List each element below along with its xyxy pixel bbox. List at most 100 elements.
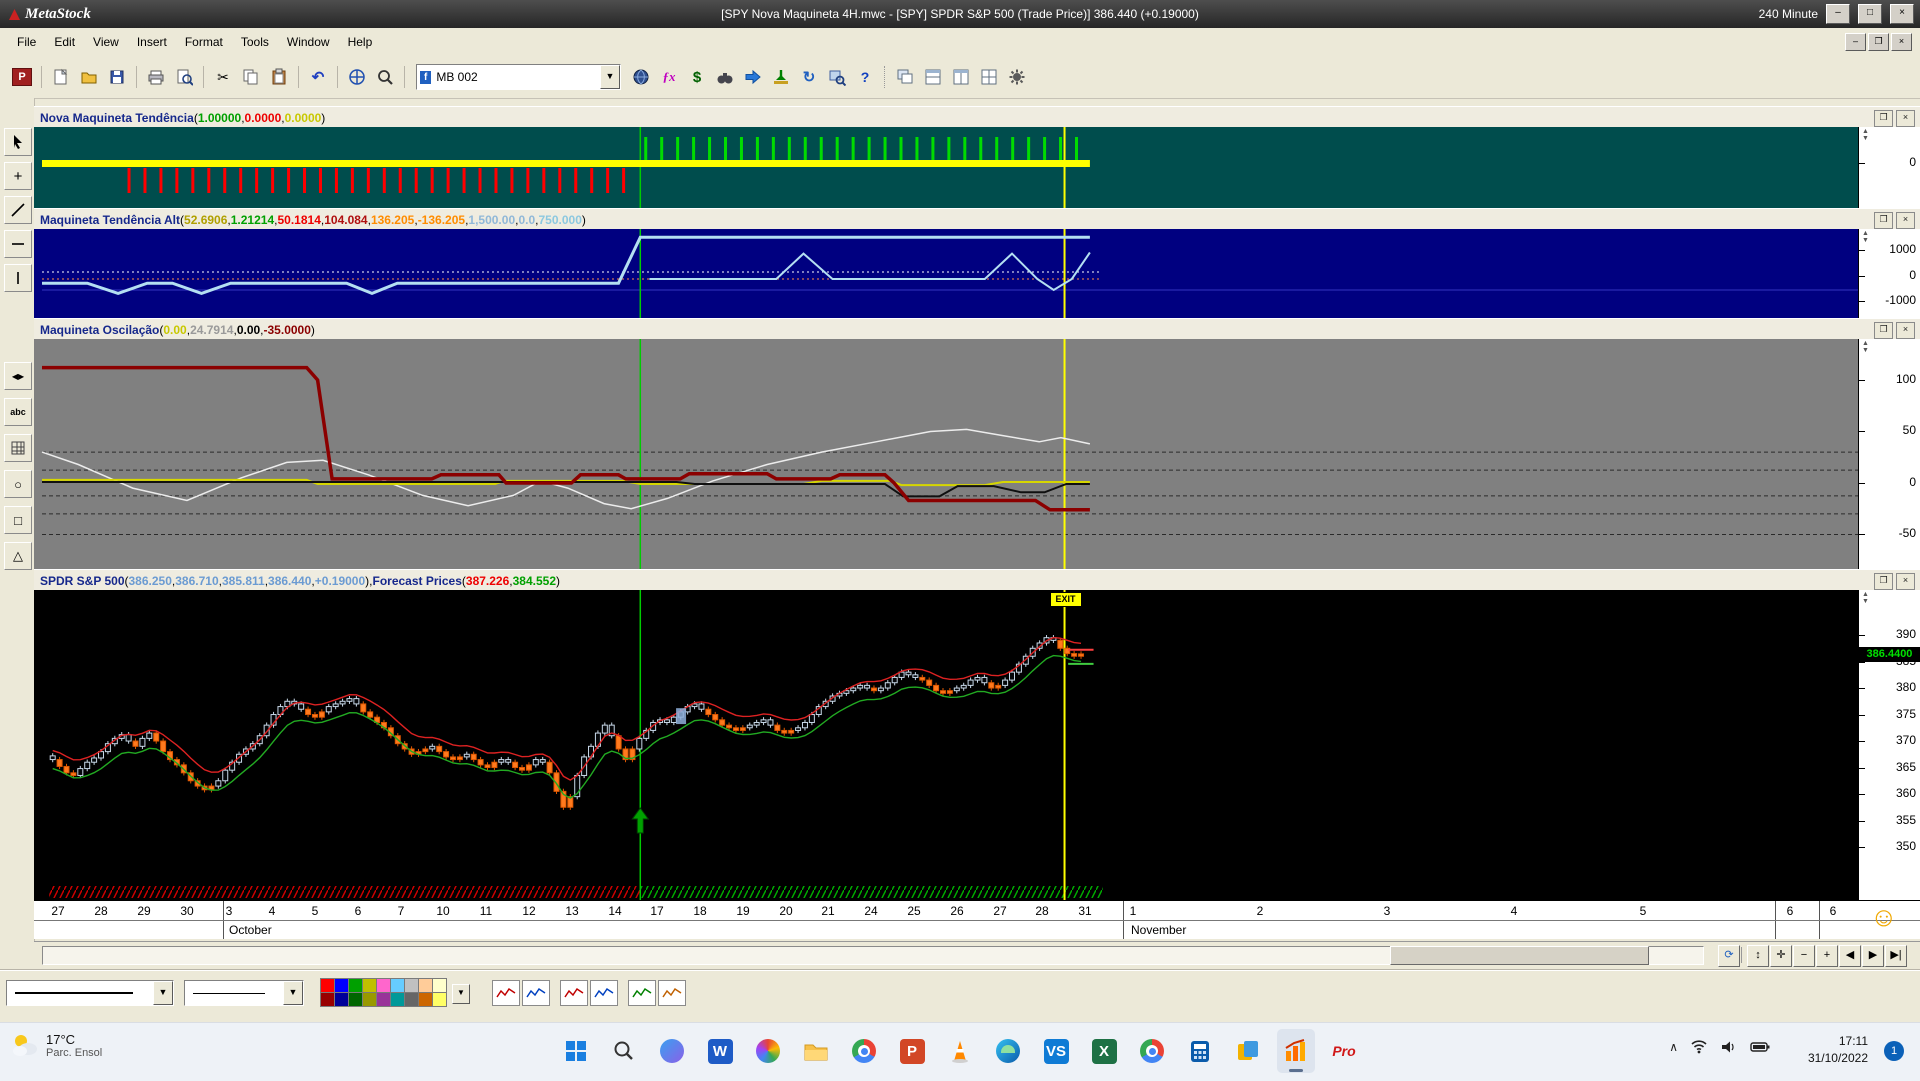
palette-color[interactable] <box>404 978 419 993</box>
layout-dropdown[interactable]: f MB 002 ▼ <box>416 64 621 90</box>
panel-axis-scroll[interactable]: ▲ ▼ <box>1860 340 1871 354</box>
palette-color[interactable] <box>362 978 377 993</box>
pan-view-button[interactable]: ✛ <box>1770 945 1792 967</box>
binoculars-icon[interactable] <box>712 64 738 90</box>
tile-horizontal-icon[interactable] <box>920 64 946 90</box>
tile-vertical-icon[interactable] <box>948 64 974 90</box>
expert-advisor-smiley-icon[interactable]: ☺ <box>1870 902 1898 933</box>
text-tool[interactable]: abc <box>4 398 32 426</box>
vlc-icon[interactable] <box>941 1029 979 1073</box>
palette-color[interactable] <box>334 992 349 1007</box>
palette-color[interactable] <box>418 992 433 1007</box>
paste-icon[interactable] <box>266 64 292 90</box>
palette-color[interactable] <box>376 978 391 993</box>
palette-color[interactable] <box>418 978 433 993</box>
trendline-tool[interactable] <box>4 196 32 224</box>
child-close-button[interactable]: × <box>1891 33 1912 51</box>
palette-color[interactable] <box>390 992 405 1007</box>
panel-axis-scroll[interactable]: ▲ ▼ <box>1860 128 1871 142</box>
panel-axis-scroll[interactable]: ▲ ▼ <box>1860 591 1871 605</box>
panel-maximize-button[interactable]: ❐ <box>1874 212 1893 229</box>
cascade-windows-icon[interactable] <box>892 64 918 90</box>
powerpoint-icon[interactable]: P <box>893 1029 931 1073</box>
child-restore-button[interactable]: ❐ <box>1868 33 1889 51</box>
chrome-icon[interactable] <box>845 1029 883 1073</box>
panel-maximize-button[interactable]: ❐ <box>1874 322 1893 339</box>
palette-color[interactable] <box>432 992 447 1007</box>
refresh-data-icon[interactable]: ↻ <box>796 64 822 90</box>
notification-badge[interactable]: 1 <box>1884 1041 1904 1061</box>
panel-close-button[interactable]: × <box>1896 573 1915 590</box>
palette-color[interactable] <box>334 978 349 993</box>
indicator-style-6[interactable] <box>658 980 686 1006</box>
crosshair-tool[interactable]: + <box>4 162 32 190</box>
menu-view[interactable]: View <box>84 31 128 53</box>
menu-tools[interactable]: Tools <box>232 31 278 53</box>
vertical-line-tool[interactable] <box>4 264 32 292</box>
pan-chart-icon[interactable] <box>344 64 370 90</box>
panel-close-button[interactable]: × <box>1896 110 1915 127</box>
panel-axis-nova-tendencia[interactable]: ▲ ▼0 <box>1858 127 1920 208</box>
indicator-style-5[interactable] <box>628 980 656 1006</box>
print-preview-icon[interactable] <box>171 64 197 90</box>
panel-axis-oscilacao[interactable]: ▲ ▼100500-50 <box>1858 339 1920 569</box>
go-arrow-icon[interactable] <box>740 64 766 90</box>
pointer-tool[interactable] <box>4 128 32 156</box>
dollar-icon[interactable]: $ <box>684 64 710 90</box>
photos-icon[interactable] <box>749 1029 787 1073</box>
explorer-icon[interactable] <box>824 64 850 90</box>
step-left-button[interactable]: ◀ <box>1839 945 1861 967</box>
triangle-tool[interactable]: △ <box>4 542 32 570</box>
function-icon[interactable]: ƒx <box>656 64 682 90</box>
help-pointer-icon[interactable]: ? <box>852 64 878 90</box>
metastock-downloader-icon[interactable] <box>1277 1029 1315 1073</box>
menu-help[interactable]: Help <box>339 31 382 53</box>
zoom-in-button[interactable]: + <box>1816 945 1838 967</box>
scroll-left-right-tool[interactable]: ◀▶ <box>4 362 32 390</box>
battery-icon[interactable] <box>1750 1041 1770 1053</box>
line-style-dropdown[interactable]: ▼ <box>6 980 174 1006</box>
start-button[interactable] <box>557 1029 595 1073</box>
line-weight-dropdown[interactable]: ▼ <box>184 980 304 1006</box>
horizontal-line-tool[interactable] <box>4 230 32 258</box>
tile-grid-icon[interactable] <box>976 64 1002 90</box>
palette-color[interactable] <box>348 992 363 1007</box>
rectangle-tool[interactable]: □ <box>4 506 32 534</box>
minimize-button[interactable]: – <box>1826 4 1850 24</box>
menu-insert[interactable]: Insert <box>128 31 176 53</box>
panel-axis-price[interactable]: ▲ ▼390385380375370365360355350386.4400 <box>1858 590 1920 900</box>
indicator-style-2[interactable] <box>522 980 550 1006</box>
palette-color[interactable] <box>404 992 419 1007</box>
child-minimize-button[interactable]: – <box>1845 33 1866 51</box>
clock-widget[interactable]: 17:11 31/10/2022 <box>1808 1033 1868 1067</box>
downloader-icon[interactable] <box>768 64 794 90</box>
volume-icon[interactable] <box>1720 1040 1738 1054</box>
panel-axis-tendencia-alt[interactable]: ▲ ▼10000-1000 <box>1858 229 1920 318</box>
panel-plot-oscilacao[interactable] <box>34 339 1858 569</box>
cut-icon[interactable]: ✂ <box>210 64 236 90</box>
line-weight-arrow-icon[interactable]: ▼ <box>283 981 303 1005</box>
panel-maximize-button[interactable]: ❐ <box>1874 110 1893 127</box>
palette-color[interactable] <box>320 992 335 1007</box>
wifi-icon[interactable] <box>1690 1039 1708 1054</box>
panel-axis-scroll[interactable]: ▲ ▼ <box>1860 230 1871 244</box>
color-palette-arrow-icon[interactable]: ▼ <box>452 984 470 1004</box>
step-right-button[interactable]: ▶ <box>1862 945 1884 967</box>
panel-plot-tendencia-alt[interactable] <box>34 229 1858 318</box>
calculator-icon[interactable] <box>1181 1029 1219 1073</box>
print-icon[interactable] <box>143 64 169 90</box>
indicator-style-3[interactable] <box>560 980 588 1006</box>
tray-chevron-icon[interactable]: ∧ <box>1669 1040 1678 1054</box>
menu-format[interactable]: Format <box>176 31 232 53</box>
copy-icon[interactable] <box>238 64 264 90</box>
indicator-style-1[interactable] <box>492 980 520 1006</box>
save-icon[interactable] <box>104 64 130 90</box>
palette-color[interactable] <box>348 978 363 993</box>
maximize-button[interactable]: □ <box>1858 4 1882 24</box>
refresh-view-button[interactable]: ⟳ <box>1718 945 1740 967</box>
pro-icon[interactable]: Pro <box>1325 1029 1363 1073</box>
ellipse-tool[interactable]: ○ <box>4 470 32 498</box>
file-explorer-icon[interactable] <box>797 1029 835 1073</box>
menu-file[interactable]: File <box>8 31 45 53</box>
line-style-arrow-icon[interactable]: ▼ <box>153 981 173 1005</box>
